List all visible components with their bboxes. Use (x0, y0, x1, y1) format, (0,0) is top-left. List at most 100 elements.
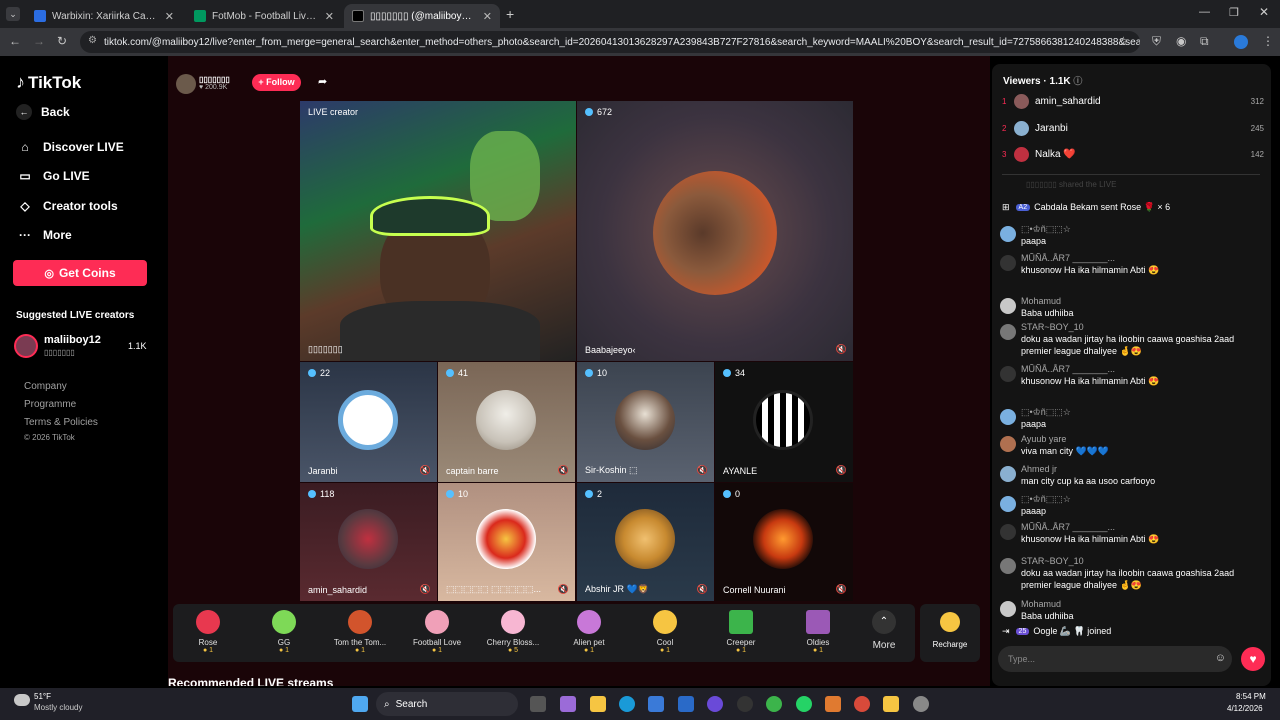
guest-tile-abshir-jr[interactable]: 2 Abshir JR 💙🦁 🔇 (577, 483, 714, 601)
suggested-creator-item[interactable]: maliiboy12 ▯▯▯▯▯▯▯ 1.1K (14, 334, 154, 360)
footer-company[interactable]: Company (24, 381, 67, 392)
recharge-button[interactable]: Recharge (920, 604, 980, 662)
extensions-puzzle-icon[interactable]: ⧉ (1200, 34, 1209, 49)
emoji-icon[interactable]: ☺ (1215, 652, 1226, 664)
avatar[interactable] (1000, 436, 1016, 452)
tab-search-icon[interactable]: ⌄ (6, 7, 20, 21)
browser-tab-fotmob[interactable]: FotMob - Football Live Scores ✕ (186, 4, 342, 28)
app-icon[interactable] (883, 696, 899, 712)
message-username[interactable]: ⬚•♔ñ⬚⬚☆ (1021, 407, 1071, 418)
app-icon[interactable] (737, 696, 753, 712)
heart-like-button[interactable]: ♥ (1241, 647, 1265, 671)
avatar[interactable] (1000, 226, 1016, 242)
message-username[interactable]: ⬚•♔ñ⬚⬚☆ (1021, 494, 1071, 505)
maximize-icon[interactable]: ❐ (1229, 6, 1239, 19)
viewer-row[interactable]: 3 Nalka ❤️ 142 (1002, 145, 1264, 163)
back-arrow-icon[interactable]: ← (9, 34, 21, 48)
settings-gear-icon[interactable] (913, 696, 929, 712)
footer-terms[interactable]: Terms & Policies (24, 417, 98, 428)
gift-rose[interactable]: Rose ● 1 (173, 610, 243, 654)
guest-tile-cornell-nuurani[interactable]: 0 Cornell Nuurani 🔇 (715, 483, 853, 601)
gift-gg[interactable]: GG ● 1 (249, 610, 319, 654)
close-tab-icon[interactable]: ✕ (325, 10, 334, 23)
guest-tile-ayanle[interactable]: 34 AYANLE 🔇 (715, 362, 853, 482)
gift-more-button[interactable]: ⌃ More (849, 610, 919, 651)
avatar[interactable] (1000, 601, 1016, 617)
gift-football-love[interactable]: Football Love ● 1 (402, 610, 472, 654)
gift-cherry-blossom[interactable]: Cherry Bloss... ● 5 (478, 610, 548, 654)
chrome-icon[interactable] (854, 696, 870, 712)
bookmark-star-icon[interactable]: ☆ (1118, 34, 1129, 48)
outlook-icon[interactable] (678, 696, 694, 712)
avatar[interactable] (1000, 324, 1016, 340)
guest-tile-man-united[interactable]: 10 ⬚⬚⬚⬚⬚ ⬚⬚⬚⬚⬚... 🔇 (438, 483, 575, 601)
clock-date[interactable]: 4/12/2026 (1227, 704, 1263, 713)
avatar[interactable] (1000, 524, 1016, 540)
minimize-icon[interactable]: — (1199, 6, 1210, 18)
close-tab-icon[interactable]: ✕ (165, 10, 174, 23)
app-icon[interactable] (707, 696, 723, 712)
shield-extension-icon[interactable]: ⛨ (1152, 34, 1161, 49)
message-username[interactable]: Mohamud (1021, 296, 1074, 307)
viewer-row[interactable]: 1 amin_sahardid 312 (1002, 92, 1264, 110)
file-explorer-icon[interactable] (590, 696, 606, 712)
gift-oldies[interactable]: Oldies ● 1 (783, 610, 853, 654)
message-username[interactable]: Ayuub yare (1021, 434, 1109, 445)
message-username[interactable]: STAR~BOY_10 (1021, 322, 1262, 333)
guest-tile-captain-barre[interactable]: 41 captain barre 🔇 (438, 362, 575, 482)
viewer-row[interactable]: 2 Jaranbi 245 (1002, 119, 1264, 137)
message-username[interactable]: MŨÑÅ..ÅR7 _______... (1021, 364, 1159, 375)
avatar[interactable] (1000, 298, 1016, 314)
avatar[interactable] (1000, 366, 1016, 382)
browser-tab-warbixin[interactable]: Warbixin: Xariirka Caymiska ee... ✕ (26, 4, 182, 28)
host-name[interactable]: ▯▯▯▯▯▯▯ (199, 75, 230, 84)
share-icon[interactable]: ➦ (318, 75, 327, 88)
avatar[interactable] (1000, 496, 1016, 512)
reload-icon[interactable]: ↻ (57, 34, 67, 48)
forward-arrow-icon[interactable]: → (33, 34, 45, 48)
gift-cool[interactable]: Cool ● 1 (630, 610, 700, 654)
profile-avatar-icon[interactable] (1234, 35, 1248, 49)
address-bar[interactable]: ⚙ tiktok.com/@maliiboy12/live?enter_from… (80, 31, 1140, 53)
guest-tile-baabajeeyo[interactable]: 672 Baabajeeyo‹ 🔇 (577, 101, 853, 361)
message-username[interactable]: MŨÑÅ..ÅR7 _______... (1021, 522, 1159, 533)
main-creator-tile[interactable]: LIVE creator ▯▯▯▯▯▯▯ (300, 101, 576, 361)
avatar[interactable] (1000, 255, 1016, 271)
whatsapp-icon[interactable] (796, 696, 812, 712)
guest-tile-jaranbi[interactable]: 22 Jaranbi 🔇 (300, 362, 437, 482)
nav-go-live[interactable]: ▭ Go LIVE (16, 169, 89, 183)
task-view-icon[interactable] (530, 696, 546, 712)
extension-icon[interactable]: ◉ (1176, 34, 1186, 48)
message-username[interactable]: ⬚•♔ñ⬚⬚☆ (1021, 224, 1071, 235)
gift-alien-pet[interactable]: Alien pet ● 1 (554, 610, 624, 654)
nav-discover-live[interactable]: ⌂ Discover LIVE (16, 140, 123, 154)
store-icon[interactable] (648, 696, 664, 712)
copilot-icon[interactable] (560, 696, 576, 712)
new-tab-icon[interactable]: + (506, 6, 514, 22)
nav-creator-tools[interactable]: ◇ Creator tools (16, 199, 117, 213)
avatar[interactable] (1000, 466, 1016, 482)
message-username[interactable]: STAR~BOY_10 (1021, 556, 1262, 567)
get-coins-button[interactable]: ◎ Get Coins (13, 260, 147, 286)
browser-menu-icon[interactable]: ⋮ (1262, 34, 1274, 48)
app-icon[interactable] (825, 696, 841, 712)
footer-programme[interactable]: Programme (24, 399, 76, 410)
guest-tile-amin-sahardid[interactable]: 118 amin_sahardid 🔇 (300, 483, 437, 601)
windows-start-icon[interactable] (352, 696, 368, 712)
message-username[interactable]: Mohamud (1021, 599, 1074, 610)
message-username[interactable]: MŨÑÅ..ÅR7 _______... (1021, 253, 1159, 264)
chrome-icon[interactable] (766, 696, 782, 712)
close-window-icon[interactable]: ✕ (1259, 5, 1269, 19)
host-avatar[interactable] (176, 74, 196, 94)
avatar[interactable] (1000, 409, 1016, 425)
gift-tom[interactable]: Tom the Tom... ● 1 (325, 610, 395, 654)
info-icon[interactable]: ⓘ (1073, 76, 1082, 86)
back-button[interactable]: ← Back (16, 104, 70, 120)
chat-input[interactable]: Type... ☺ (998, 646, 1232, 672)
site-info-icon[interactable]: ⚙ (88, 35, 97, 46)
tiktok-logo[interactable]: ♪ TikTok (16, 72, 81, 93)
avatar[interactable] (1000, 558, 1016, 574)
message-username[interactable]: Ahmed jr (1021, 464, 1155, 475)
guest-tile-sir-koshin[interactable]: 10 Sir-Koshin ⬚ 🔇 (577, 362, 714, 482)
nav-more[interactable]: ··· More (16, 228, 72, 242)
